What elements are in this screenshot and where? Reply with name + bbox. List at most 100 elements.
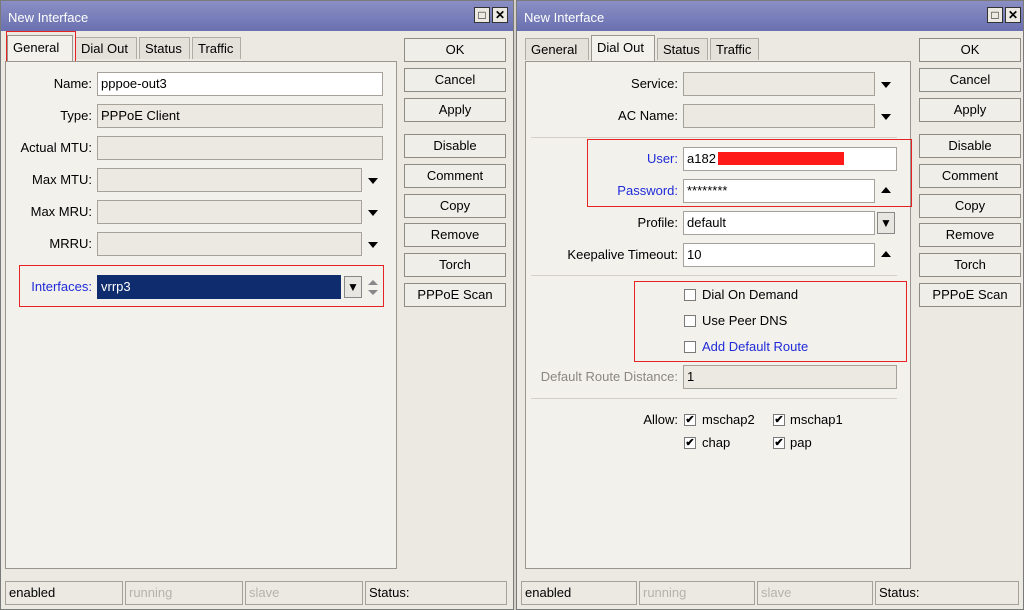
actual-mtu-label: Actual MTU:	[20, 140, 92, 155]
tab-general[interactable]: General	[525, 38, 589, 60]
pppoe-scan-button[interactable]: PPPoE Scan	[404, 283, 506, 307]
apply-button[interactable]: Apply	[919, 98, 1021, 122]
dial-on-demand-label: Dial On Demand	[702, 287, 799, 302]
ok-button[interactable]: OK	[919, 38, 1021, 62]
max-mru-label: Max MRU:	[30, 204, 92, 219]
mschap2-checkbox[interactable]: ✔	[684, 414, 696, 426]
profile-select[interactable]: default	[683, 211, 875, 235]
max-mtu-dropdown-icon[interactable]	[368, 178, 378, 184]
allow-label: Allow:	[643, 412, 678, 427]
keepalive-timeout-label: Keepalive Timeout:	[567, 247, 678, 262]
status-running: running	[639, 581, 755, 605]
apply-button[interactable]: Apply	[404, 98, 506, 122]
interfaces-label: Interfaces:	[31, 279, 92, 294]
tab-dial-out[interactable]: Dial Out	[591, 35, 655, 61]
type-label: Type:	[60, 108, 92, 123]
torch-button[interactable]: Torch	[404, 253, 506, 277]
status-enabled: enabled	[5, 581, 123, 605]
status-slave: slave	[757, 581, 873, 605]
mrru-input[interactable]	[97, 232, 362, 256]
dial-on-demand-checkbox[interactable]	[684, 289, 696, 301]
add-default-route-checkbox[interactable]	[684, 341, 696, 353]
copy-button[interactable]: Copy	[919, 194, 1021, 218]
actual-mtu-field	[97, 136, 383, 160]
max-mru-dropdown-icon[interactable]	[368, 210, 378, 216]
name-input[interactable]: pppoe-out3	[97, 72, 383, 96]
max-mtu-label: Max MTU:	[32, 172, 92, 187]
service-input[interactable]	[683, 72, 875, 96]
keepalive-timeout-input[interactable]: 10	[683, 243, 875, 267]
chap-checkbox[interactable]: ✔	[684, 437, 696, 449]
separator	[531, 398, 897, 399]
use-peer-dns-checkbox[interactable]	[684, 315, 696, 327]
copy-button[interactable]: Copy	[404, 194, 506, 218]
disable-button[interactable]: Disable	[404, 134, 506, 158]
right-window: New Interface □ ✕ General Dial Out Statu…	[516, 0, 1024, 610]
comment-button[interactable]: Comment	[404, 164, 506, 188]
right-window-title: New Interface	[524, 10, 605, 25]
interfaces-select[interactable]: vrrp3	[97, 275, 341, 299]
keepalive-collapse-icon[interactable]	[881, 251, 891, 257]
pap-checkbox[interactable]: ✔	[773, 437, 785, 449]
remove-button[interactable]: Remove	[404, 223, 506, 247]
torch-button[interactable]: Torch	[919, 253, 1021, 277]
add-default-route-label: Add Default Route	[702, 339, 809, 354]
interfaces-remove-icon[interactable]	[368, 290, 378, 295]
use-peer-dns-label: Use Peer DNS	[702, 313, 788, 328]
right-status-bar: enabled running slave Status:	[521, 581, 1019, 605]
tab-status[interactable]: Status	[139, 37, 190, 59]
left-window: New Interface □ ✕ General Dial Out Statu…	[0, 0, 514, 610]
default-route-distance-input[interactable]: 1	[683, 365, 897, 389]
status-label: Status:	[365, 581, 507, 605]
ok-button[interactable]: OK	[404, 38, 506, 62]
mschap2-label: mschap2	[702, 412, 755, 427]
tab-status[interactable]: Status	[657, 38, 708, 60]
tab-traffic[interactable]: Traffic	[710, 38, 759, 60]
remove-button[interactable]: Remove	[919, 223, 1021, 247]
separator	[531, 137, 897, 138]
disable-button[interactable]: Disable	[919, 134, 1021, 158]
profile-label: Profile:	[637, 215, 678, 230]
service-dropdown-icon[interactable]	[881, 82, 891, 88]
right-title-bar[interactable]: New Interface □ ✕	[517, 1, 1023, 31]
close-icon[interactable]: ✕	[492, 7, 508, 23]
max-mru-input[interactable]	[97, 200, 362, 224]
separator	[531, 275, 897, 276]
status-enabled: enabled	[521, 581, 637, 605]
password-collapse-icon[interactable]	[881, 187, 891, 193]
left-status-bar: enabled running slave Status:	[5, 581, 509, 605]
mrru-label: MRRU:	[49, 236, 92, 251]
mrru-dropdown-icon[interactable]	[368, 242, 378, 248]
tab-traffic[interactable]: Traffic	[192, 37, 241, 59]
ac-name-input[interactable]	[683, 104, 875, 128]
type-field: PPPoE Client	[97, 104, 383, 128]
maximize-icon[interactable]: □	[987, 7, 1003, 23]
chap-label: chap	[702, 435, 731, 450]
ac-name-label: AC Name:	[618, 108, 678, 123]
pap-label: pap	[790, 435, 812, 450]
comment-button[interactable]: Comment	[919, 164, 1021, 188]
status-label: Status:	[875, 581, 1019, 605]
interfaces-dropdown-icon[interactable]: ▼	[344, 276, 362, 298]
left-window-title: New Interface	[8, 10, 89, 25]
service-label: Service:	[631, 76, 678, 91]
password-label: Password:	[617, 183, 678, 198]
mschap1-checkbox[interactable]: ✔	[773, 414, 785, 426]
tab-dial-out[interactable]: Dial Out	[75, 37, 137, 59]
user-label: User:	[646, 151, 678, 166]
profile-dropdown-icon[interactable]: ▼	[877, 212, 895, 234]
interfaces-add-icon[interactable]	[368, 280, 378, 285]
cancel-button[interactable]: Cancel	[919, 68, 1021, 92]
password-input[interactable]: ********	[683, 179, 875, 203]
max-mtu-input[interactable]	[97, 168, 362, 192]
redaction-bar	[718, 152, 844, 165]
ac-name-dropdown-icon[interactable]	[881, 114, 891, 120]
status-running: running	[125, 581, 243, 605]
mschap1-label: mschap1	[790, 412, 843, 427]
pppoe-scan-button[interactable]: PPPoE Scan	[919, 283, 1021, 307]
left-title-bar[interactable]: New Interface □ ✕	[1, 1, 513, 31]
name-label: Name:	[53, 76, 92, 91]
maximize-icon[interactable]: □	[474, 7, 490, 23]
cancel-button[interactable]: Cancel	[404, 68, 506, 92]
close-icon[interactable]: ✕	[1005, 7, 1021, 23]
